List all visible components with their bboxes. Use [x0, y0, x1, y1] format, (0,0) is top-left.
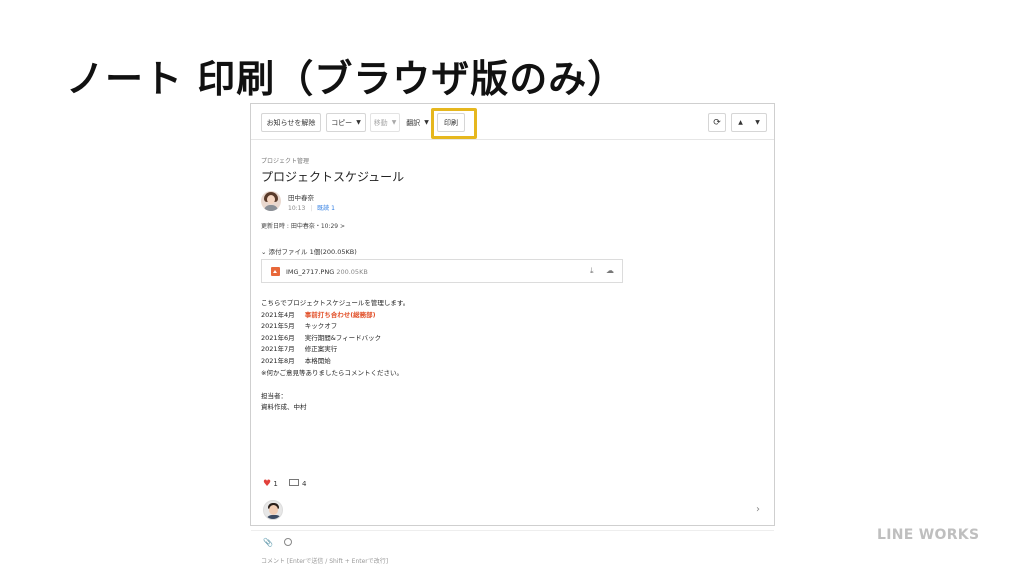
schedule-task: 修正案実行 [304, 345, 338, 354]
copy-button[interactable]: コピー ▼ [326, 113, 366, 132]
commenter-avatar[interactable] [263, 500, 283, 520]
comment-input[interactable]: コメント [Enterで送信 / Shift + Enterで改行] [261, 556, 388, 565]
schedule-task: 事前打ち合わせ(総務部) [304, 310, 376, 319]
owner-value: 資料作成、中村 [261, 403, 307, 412]
schedule-row: 2021年4月 事前打ち合わせ(総務部) [261, 310, 409, 322]
refresh-icon: ⟳ [713, 117, 721, 128]
chevron-down-icon[interactable]: ▼ [755, 119, 760, 126]
schedule-month: 2021年4月 [261, 310, 295, 319]
author-name[interactable]: 田中春奈 [288, 192, 314, 202]
note-toolbar: お知らせを解除 コピー ▼ 移動 ▼ 翻訳 ▼ 印刷 ⟳ ▲ ▼ [251, 104, 774, 140]
breadcrumb[interactable]: プロジェクト管理 [261, 156, 764, 165]
schedule-task: 実行期間&フィードバック [304, 333, 382, 342]
avatar[interactable] [261, 191, 281, 211]
chevron-up-icon[interactable]: ▲ [738, 119, 743, 126]
divider [251, 530, 774, 531]
schedule-row: 2021年5月 キックオフ [261, 321, 409, 333]
comment-tools: 📎 [263, 537, 292, 547]
attachments-toggle[interactable]: ⌄ 添付ファイル 1個(200.05KB) [261, 246, 357, 256]
post-time: 10:13 [288, 205, 306, 212]
attachment-file[interactable]: IMG_2717.PNG 200.05KB [286, 268, 368, 276]
owner-label: 担当者： [261, 391, 287, 400]
note-content: プロジェクト管理 プロジェクトスケジュール 田中春奈 10:13 | 既読 1 … [251, 156, 774, 565]
schedule-month: 2021年5月 [261, 322, 295, 331]
schedule-month: 2021年7月 [261, 345, 295, 354]
author-block: 田中春奈 10:13 | 既読 1 [261, 191, 561, 215]
chevron-down-icon: ▼ [356, 119, 361, 126]
meta-separator: | [310, 205, 313, 212]
attachment-file-name: IMG_2717.PNG [286, 268, 335, 276]
body-note: ※何かご意見等ありましたらコメントください。 [261, 368, 403, 377]
heart-icon[interactable]: ♥ [263, 479, 271, 489]
updated-info[interactable]: 更新日時 : 田中春奈・10:29 > [261, 221, 345, 230]
body-intro: こちらでプロジェクトスケジュールを管理します。 [261, 299, 410, 307]
download-icon[interactable]: ⤓ [590, 266, 594, 276]
print-highlight-box [431, 108, 477, 139]
refresh-button[interactable]: ⟳ [708, 113, 726, 132]
attachment-file-size: 200.05KB [336, 268, 368, 276]
move-label: 移動 [373, 118, 388, 127]
chevron-down-icon: ▼ [424, 119, 429, 126]
comment-icon[interactable] [289, 479, 300, 486]
note-body: こちらでプロジェクトスケジュールを管理します。 2021年4月 事前打ち合わせ(総… [261, 298, 409, 414]
schedule-task: 本格開始 [304, 356, 331, 365]
move-button[interactable]: 移動 ▼ [370, 113, 400, 132]
schedule-row: 2021年7月 修正案実行 [261, 344, 409, 356]
slide-title: ノート 印刷（ブラウザ版のみ） [66, 57, 627, 101]
unpin-notice-button[interactable]: お知らせを解除 [261, 113, 321, 132]
paperclip-icon[interactable]: 📎 [263, 538, 273, 547]
read-count-link[interactable]: 既読 1 [317, 205, 335, 212]
save-to-drive-icon[interactable]: ☁ [606, 266, 614, 275]
schedule-row: 2021年8月 本格開始 [261, 356, 409, 368]
schedule-task: キックオフ [304, 322, 338, 331]
chevron-down-icon: ▼ [391, 119, 397, 126]
schedule-month: 2021年8月 [261, 356, 295, 365]
reactions-bar: ♥ 1 4 [263, 479, 306, 489]
translate-label: 翻訳 [406, 118, 421, 127]
image-file-icon [271, 267, 280, 276]
chevron-right-icon[interactable]: › [756, 504, 760, 515]
schedule-row: 2021年6月 実行期間&フィードバック [261, 333, 409, 345]
translate-button[interactable]: 翻訳 ▼ [405, 113, 430, 132]
unpin-notice-label: お知らせを解除 [266, 118, 316, 127]
note-title: プロジェクトスケジュール [261, 170, 405, 184]
comment-count: 4 [302, 480, 307, 488]
brand-logo: LINE WORKS [877, 527, 980, 543]
note-panel: お知らせを解除 コピー ▼ 移動 ▼ 翻訳 ▼ 印刷 ⟳ ▲ ▼ プロジェクト管… [250, 103, 775, 565]
schedule-month: 2021年6月 [261, 333, 295, 342]
like-count: 1 [273, 480, 278, 488]
attachment-item[interactable]: IMG_2717.PNG 200.05KB ⤓ ☁ [261, 259, 623, 283]
author-meta: 10:13 | 既読 1 [288, 203, 335, 212]
copy-label: コピー [331, 118, 353, 127]
prev-next-group: ▲ ▼ [731, 113, 767, 132]
emoji-icon[interactable] [283, 538, 292, 546]
